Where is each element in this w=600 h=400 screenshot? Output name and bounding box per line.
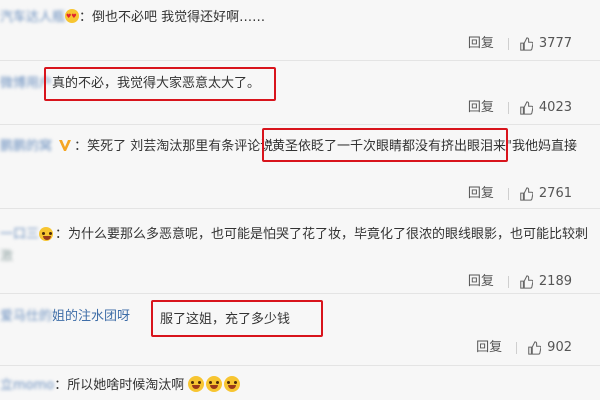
comment-text: ：笑死了 刘芸淘汰那里有条评论说 (74, 139, 274, 154)
like-count: 2189 (538, 274, 572, 289)
divider (0, 60, 600, 61)
laughing-emoji-icon (224, 376, 241, 392)
reply-button[interactable]: 回复 (476, 339, 502, 357)
divider (516, 342, 518, 354)
reply-button[interactable]: 回复 (468, 185, 494, 203)
laughing-emoji-icon (39, 227, 54, 241)
highlight-box (151, 300, 323, 337)
comment-username[interactable]: 立momo (0, 378, 54, 393)
reply-button[interactable]: 回复 (468, 35, 494, 53)
comment-username[interactable]: 鹏鹏的窝 (0, 139, 52, 154)
heart-eyes-emoji-icon (65, 8, 80, 26)
divider (0, 365, 600, 366)
thumbs-up-icon[interactable] (519, 187, 533, 201)
comment-username[interactable]: 一口三 (0, 227, 39, 242)
verified-v-icon (59, 140, 72, 151)
divider (0, 293, 600, 294)
laughing-emoji-icon (188, 376, 205, 392)
comment-text: ：倒也不必吧 我觉得还好啊…… (79, 10, 266, 25)
comment-username[interactable]: 汽车达人瓶 (0, 10, 65, 25)
divider (507, 38, 509, 50)
divider (0, 124, 600, 125)
thumbs-up-icon[interactable] (519, 275, 533, 289)
highlight-box (262, 128, 508, 162)
highlight-box (44, 67, 276, 101)
thumbs-up-icon[interactable] (527, 341, 542, 355)
laughing-emoji-icon (206, 376, 223, 392)
reply-button[interactable]: 回复 (468, 99, 494, 117)
comment-text: ：为什么要那么多恶意呢，也可能是怕哭了花了妆，毕竟化了很浓的眼线眼影，也可能比较… (55, 227, 589, 242)
comment-username-blurred: 爱马仕的 (0, 309, 53, 324)
like-count: 3777 (538, 36, 572, 51)
thumbs-up-icon[interactable] (519, 101, 533, 115)
comment-username[interactable]: 姐的注水团呀 (52, 309, 130, 324)
like-count: 4023 (538, 100, 572, 115)
comment-text-line2: 激 (0, 249, 14, 264)
divider (507, 276, 509, 288)
thumbs-up-icon[interactable] (519, 37, 533, 51)
like-count: 2761 (538, 186, 572, 201)
comment-text: ：所以她啥时候淘汰啊 (54, 378, 185, 393)
comment-text-tail: 我他妈直接 (511, 139, 577, 154)
divider (0, 208, 600, 209)
divider (507, 188, 509, 200)
divider (507, 102, 509, 114)
like-count: 902 (547, 340, 572, 355)
reply-button[interactable]: 回复 (468, 273, 494, 291)
